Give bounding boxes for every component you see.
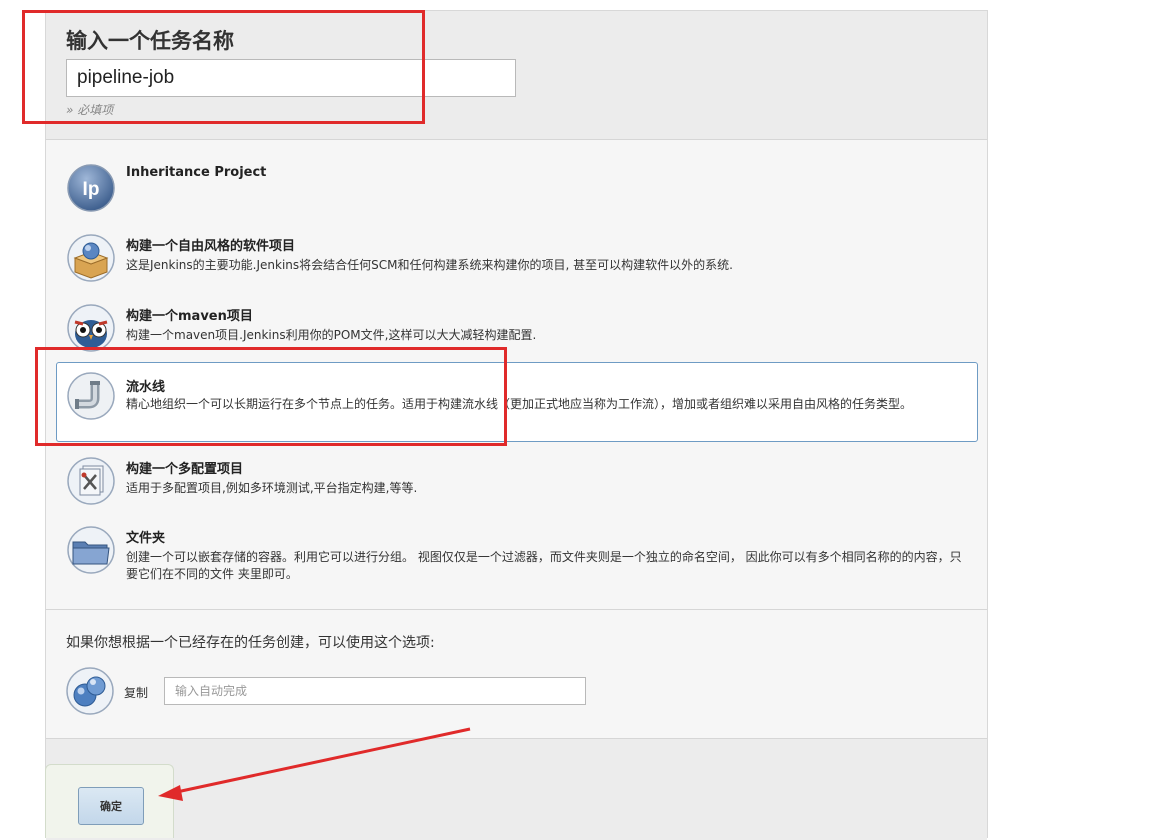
- copy-spheres-icon: [66, 667, 114, 715]
- item-name-section: 输入一个任务名称 » 必填项: [46, 11, 987, 140]
- item-description: 精心地组织一个可以长期运行在多个节点上的任务。适用于构建流水线（更加正式地应当称…: [126, 397, 913, 411]
- item-description: 这是Jenkins的主要功能.Jenkins将会结合任何SCM和任何构建系统来构…: [126, 258, 733, 272]
- item-description: 创建一个可以嵌套存储的容器。利用它可以进行分组。 视图仅仅是一个过滤器，而文件夹…: [126, 550, 962, 581]
- new-item-panel: 输入一个任务名称 » 必填项 Ip Inheritance Project 构建…: [45, 10, 988, 840]
- copy-label: 复制: [124, 686, 149, 700]
- item-title: 构建一个maven项目: [126, 309, 253, 324]
- item-description: 构建一个maven项目.Jenkins利用你的POM文件,这样可以大大减轻构建配…: [126, 328, 537, 342]
- page-title: 输入一个任务名称: [66, 29, 234, 53]
- item-folder[interactable]: 文件夹 创建一个可以嵌套存储的容器。利用它可以进行分组。 视图仅仅是一个过滤器，…: [56, 519, 978, 599]
- copy-from-input[interactable]: [164, 677, 586, 705]
- item-title: 构建一个多配置项目: [126, 462, 244, 477]
- copy-from-section: 如果你想根据一个已经存在的任务创建，可以使用这个选项: 复制: [46, 609, 987, 738]
- item-title: Inheritance Project: [126, 165, 267, 180]
- copy-prompt: 如果你想根据一个已经存在的任务创建，可以使用这个选项:: [66, 635, 435, 651]
- job-name-input[interactable]: [66, 59, 516, 97]
- item-description: 适用于多配置项目,例如多环境测试,平台指定构建,等等.: [126, 481, 418, 495]
- item-multi-config-project[interactable]: 构建一个多配置项目 适用于多配置项目,例如多环境测试,平台指定构建,等等.: [56, 450, 978, 512]
- item-maven-project[interactable]: 构建一个maven项目 构建一个maven项目.Jenkins利用你的POM文件…: [56, 297, 978, 359]
- required-hint: » 必填项: [66, 103, 114, 117]
- item-freestyle-project[interactable]: 构建一个自由风格的软件项目 这是Jenkins的主要功能.Jenkins将会结合…: [56, 227, 978, 289]
- item-title: 文件夹: [126, 531, 166, 546]
- ok-button-container: 确定: [45, 764, 174, 838]
- ok-button[interactable]: 确定: [78, 787, 144, 825]
- freestyle-box-icon: [67, 234, 115, 282]
- svg-text:Ip: Ip: [83, 179, 100, 200]
- maven-owl-icon: [67, 304, 115, 352]
- item-title: 构建一个自由风格的软件项目: [126, 239, 296, 254]
- multi-config-icon: [67, 457, 115, 505]
- folder-icon: [67, 526, 115, 574]
- inheritance-project-icon: Ip: [67, 164, 115, 212]
- item-inheritance-project[interactable]: Ip Inheritance Project: [56, 157, 978, 219]
- pipeline-pipe-icon: [67, 372, 115, 420]
- item-pipeline[interactable]: 流水线 精心地组织一个可以长期运行在多个节点上的任务。适用于构建流水线（更加正式…: [56, 362, 978, 442]
- item-title: 流水线: [126, 380, 166, 395]
- footer-bar: [46, 738, 987, 840]
